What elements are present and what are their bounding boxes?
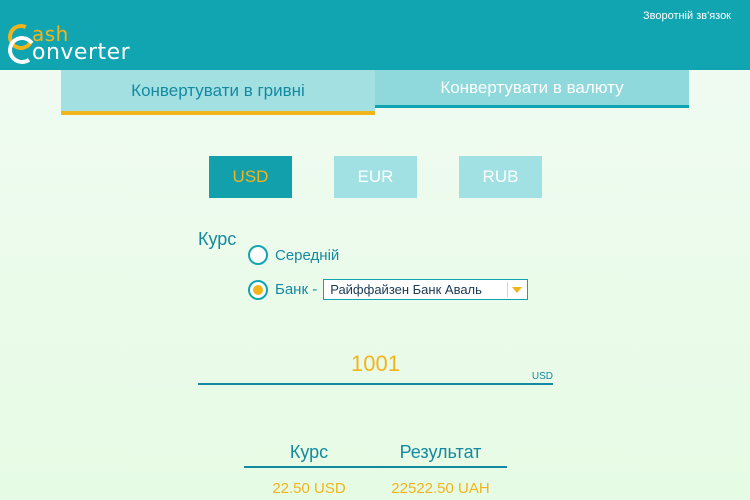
radio-average-label: Середній xyxy=(275,246,340,264)
result-total-value: 22522.50 UAH xyxy=(391,480,490,497)
result-rate-value: 22.50 USD xyxy=(272,480,346,497)
bank-select-value: Райффайзен Банк Аваль xyxy=(330,282,482,297)
results-header-result: Результат xyxy=(399,442,482,462)
results-header-rate: Курс xyxy=(289,442,329,462)
app-header: ash onverter Зворотній зв'язок xyxy=(0,0,750,70)
cash-converter-logo[interactable]: ash onverter xyxy=(4,20,148,68)
tab-convert-to-uah[interactable]: Конвертувати в гривні xyxy=(61,70,375,115)
radio-bank-label: Банк - xyxy=(275,281,318,298)
amount-input[interactable] xyxy=(198,346,553,382)
chevron-down-icon[interactable] xyxy=(512,287,523,293)
logo-word-converter: onverter xyxy=(32,40,131,65)
rate-option-bank[interactable]: Банк - Райффайзен Банк Аваль xyxy=(248,279,529,300)
table-row: 22.50 USD 22522.50 UAH xyxy=(244,480,507,497)
currency-button-eur[interactable]: EUR xyxy=(334,156,417,198)
radio-average[interactable] xyxy=(248,245,268,265)
radio-bank[interactable] xyxy=(248,279,268,300)
results-header-row: Курс Результат xyxy=(244,442,507,468)
amount-field: USD xyxy=(198,346,553,385)
amount-unit-label: USD xyxy=(531,371,553,382)
bank-select-dropdown[interactable]: Райффайзен Банк Аваль xyxy=(323,279,529,300)
rate-option-average[interactable]: Середній xyxy=(248,245,339,265)
results-table: Курс Результат 22.50 USD 22522.50 UAH xyxy=(244,442,507,497)
conversion-tabs: Конвертувати в гривні Конвертувати в вал… xyxy=(61,70,689,115)
rate-section-label: Курс xyxy=(198,229,237,249)
tab-convert-to-currency[interactable]: Конвертувати в валюту xyxy=(375,70,689,108)
feedback-link[interactable]: Зворотній зв'язок xyxy=(643,10,731,22)
dropdown-separator xyxy=(507,282,509,297)
currency-button-usd[interactable]: USD xyxy=(209,156,292,198)
currency-button-rub[interactable]: RUB xyxy=(459,156,542,198)
